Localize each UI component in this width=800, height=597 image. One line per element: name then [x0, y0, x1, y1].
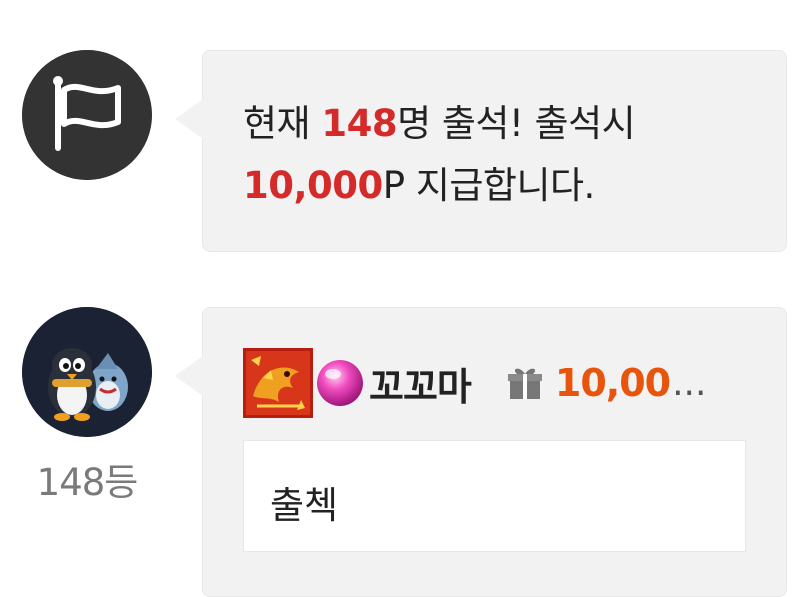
attendance-count: 148 [321, 102, 398, 145]
notice-bubble: 현재 148명 출석! 출석시 10,000P 지급합니다. [175, 50, 787, 252]
penguin-avatar-icon [22, 307, 152, 437]
attendance-notice-text: 현재 148명 출석! 출석시 10,000P 지급합니다. [243, 93, 766, 217]
system-avatar [22, 50, 152, 180]
comment-header: 꼬꼬마 10,00... [243, 348, 766, 418]
gift-amount: 10,00 [554, 361, 671, 405]
gift-icon [505, 363, 545, 403]
flag-icon [22, 50, 152, 180]
notice-suffix-line1: 명 출석! 출석시 [397, 102, 636, 145]
user-avatar[interactable] [22, 307, 152, 437]
comment-bubble: 꼬꼬마 10,00... 출첵 [175, 307, 787, 597]
notice-prefix: 현재 [243, 102, 322, 145]
comment-text: 출첵 [270, 484, 339, 527]
dragon-badge-icon [243, 348, 313, 418]
reward-amount: 10,000 [243, 164, 383, 207]
user-rank: 148등 [36, 461, 139, 504]
pink-orb-badge-icon [313, 356, 367, 410]
comment-body: 출첵 [243, 440, 746, 552]
notice-suffix-line2: P 지급합니다. [382, 164, 596, 207]
username[interactable]: 꼬꼬마 [369, 356, 472, 411]
gift-amount-ellipsis: ... [672, 362, 707, 404]
